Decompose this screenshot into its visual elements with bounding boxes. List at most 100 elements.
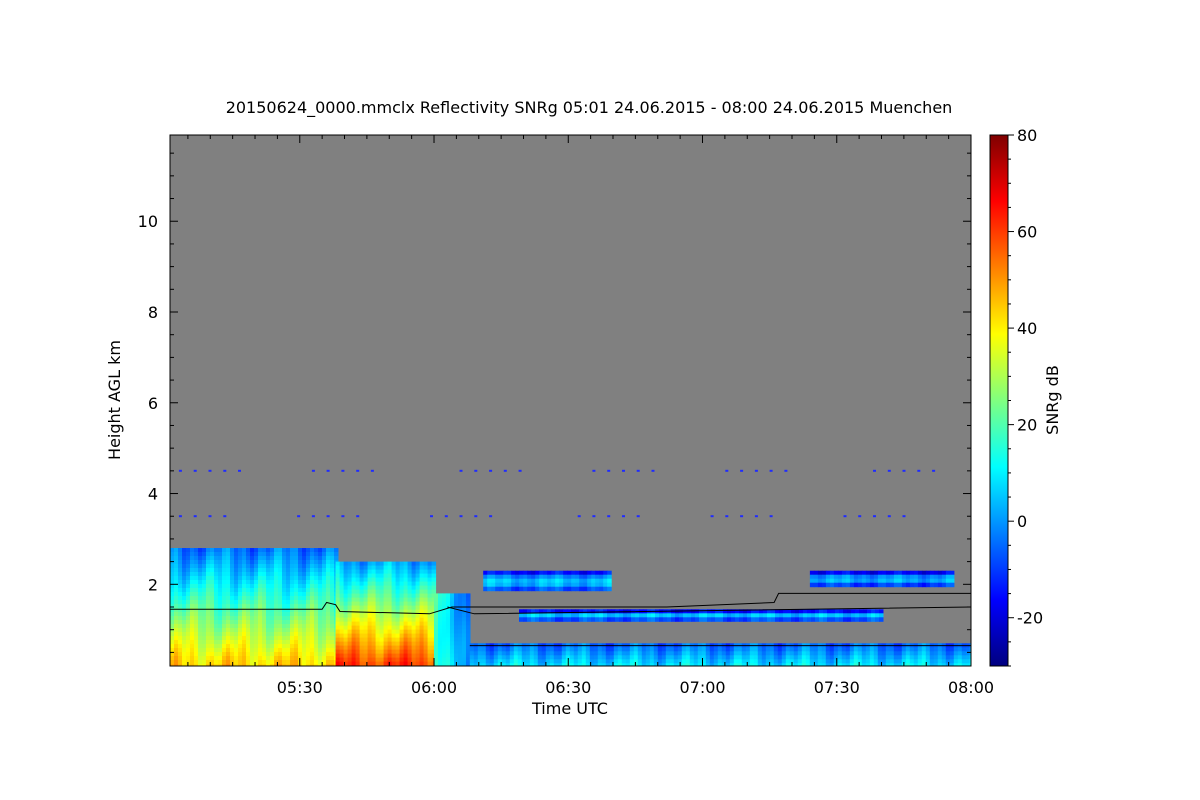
heatmap-cell	[258, 568, 263, 573]
heatmap-cell	[306, 608, 311, 613]
heatmap-cell	[367, 649, 373, 655]
heatmap-cell	[326, 620, 331, 625]
heatmap-cell	[306, 612, 311, 617]
heatmap-cell	[583, 578, 588, 584]
heatmap-cell	[254, 636, 259, 641]
heatmap-cell	[322, 620, 327, 625]
noise-echo	[178, 469, 182, 472]
heatmap-cell	[949, 651, 955, 656]
heatmap-cell	[434, 597, 439, 602]
heatmap-cell	[446, 649, 451, 654]
heatmap-cell	[877, 570, 883, 576]
heatmap-cell	[383, 605, 389, 611]
noise-echo	[725, 515, 729, 518]
heatmap-cell	[270, 600, 275, 605]
heatmap-cell	[511, 582, 516, 588]
heatmap-cell	[286, 612, 291, 617]
heatmap-cell	[270, 560, 275, 565]
heatmap-cell	[266, 568, 271, 573]
heatmap-cell	[539, 613, 544, 618]
heatmap-cell	[343, 569, 349, 575]
heatmap-cell	[286, 644, 291, 649]
heatmap-cell	[869, 574, 875, 580]
heatmap-cell	[795, 617, 800, 622]
heatmap-cell	[290, 556, 295, 561]
heatmap-cell	[855, 617, 860, 622]
noise-echo	[843, 515, 847, 518]
heatmap-cell	[849, 578, 855, 584]
heatmap-cell	[531, 578, 536, 584]
heatmap-cell	[198, 620, 203, 625]
heatmap-cell	[174, 548, 179, 553]
heatmap-cell	[665, 651, 671, 656]
heatmap-cell	[773, 659, 779, 664]
heatmap-cell	[379, 569, 385, 575]
heatmap-cell	[302, 592, 307, 597]
heatmap-cell	[218, 592, 223, 597]
heatmap-cell	[617, 651, 623, 656]
heatmap-cell	[258, 592, 263, 597]
heatmap-cell	[885, 655, 891, 660]
heatmap-cell	[545, 647, 551, 652]
heatmap-cell	[262, 608, 267, 613]
heatmap-cell	[351, 641, 357, 647]
heatmap-cell	[294, 592, 299, 597]
heatmap-cell	[214, 632, 219, 637]
heatmap-cell	[198, 556, 203, 561]
heatmap-cell	[749, 655, 755, 660]
heatmap-cell	[274, 592, 279, 597]
heatmap-cell	[559, 586, 564, 592]
heatmap-cell	[681, 651, 687, 656]
heatmap-cell	[423, 569, 429, 575]
heatmap-cell	[458, 613, 463, 618]
heatmap-cell	[238, 600, 243, 605]
heatmap-cell	[278, 572, 283, 577]
heatmap-cell	[681, 655, 687, 660]
heatmap-cell	[246, 620, 251, 625]
heatmap-cell	[383, 653, 389, 659]
heatmap-cell	[339, 565, 345, 571]
heatmap-cell	[326, 652, 331, 657]
heatmap-cell	[391, 637, 397, 643]
heatmap-cell	[314, 632, 319, 637]
heatmap-cell	[595, 582, 600, 588]
heatmap-cell	[363, 613, 369, 619]
heatmap-cell	[226, 660, 231, 665]
heatmap-cell	[553, 651, 559, 656]
heatmap-cell	[613, 655, 619, 660]
noise-echo	[444, 515, 448, 518]
heatmap-cell	[246, 552, 251, 557]
noise-echo	[592, 469, 596, 472]
heatmap-cell	[214, 660, 219, 665]
heatmap-cell	[821, 647, 827, 652]
heatmap-cell	[190, 640, 195, 645]
heatmap-cell	[450, 637, 455, 642]
heatmap-cell	[330, 652, 335, 657]
heatmap-cell	[326, 592, 331, 597]
heatmap-cell	[355, 605, 361, 611]
radar-chart: 20150624_0000.mmclx Reflectivity SNRg 05…	[105, 98, 1062, 718]
heatmap-cell	[326, 584, 331, 589]
heatmap-cell	[310, 624, 315, 629]
heatmap-cell	[403, 629, 409, 635]
heatmap-cell	[330, 624, 335, 629]
heatmap-cell	[669, 651, 675, 656]
heatmap-cell	[226, 644, 231, 649]
heatmap-cell	[539, 582, 544, 588]
heatmap-cell	[567, 586, 572, 592]
heatmap-cell	[527, 570, 532, 576]
heatmap-cell	[411, 561, 417, 567]
heatmap-cell	[218, 648, 223, 653]
heatmap-cell	[330, 560, 335, 565]
heatmap-cell	[310, 560, 315, 565]
heatmap-cell	[427, 645, 433, 651]
heatmap-cell	[322, 656, 327, 661]
heatmap-cell	[517, 647, 523, 652]
heatmap-cell	[857, 582, 863, 588]
heatmap-cell	[234, 656, 239, 661]
heatmap-cell	[238, 572, 243, 577]
heatmap-cell	[761, 659, 767, 664]
heatmap-cell	[214, 564, 219, 569]
heatmap-cell	[274, 640, 279, 645]
heatmap-cell	[226, 652, 231, 657]
